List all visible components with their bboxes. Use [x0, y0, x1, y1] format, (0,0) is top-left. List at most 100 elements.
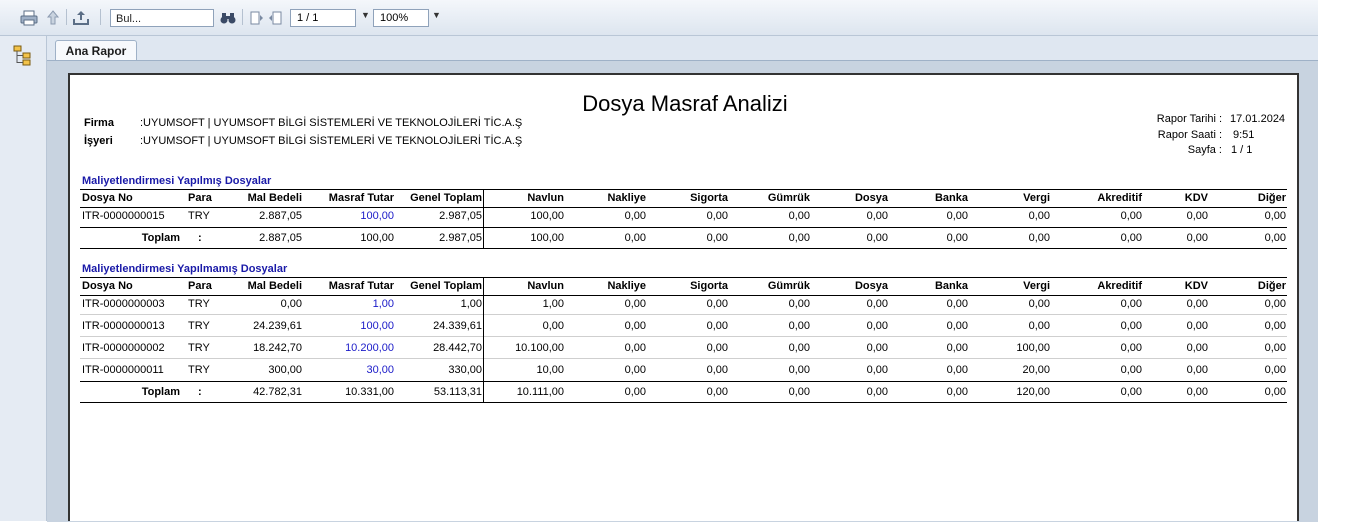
tab-strip: Ana Rapor	[47, 36, 1318, 61]
table-cell: 0,00	[1028, 320, 1050, 332]
binoculars-icon[interactable]	[220, 8, 236, 28]
print-icon[interactable]	[18, 8, 40, 28]
column-divider	[483, 189, 484, 248]
column-header: Diğer	[1257, 280, 1286, 292]
column-header: Akreditif	[1097, 280, 1142, 292]
total-cell: 2.987,05	[439, 232, 482, 244]
table-cell: 0,00	[866, 320, 888, 332]
total-cell: 10.111,00	[516, 386, 564, 398]
column-header: Navlun	[527, 192, 564, 204]
table-cell: ITR-0000000002	[82, 342, 165, 354]
total-label: Toplam	[141, 232, 180, 244]
table-cell: 0,00	[788, 298, 810, 310]
table-cell: 0,00	[1028, 210, 1050, 222]
table-cell: 28.442,70	[433, 342, 482, 354]
firma-value: :UYUMSOFT | UYUMSOFT BİLGİ SİSTEMLERİ VE…	[140, 117, 523, 129]
total-cell: 0,00	[706, 232, 728, 244]
table-rule	[80, 277, 1287, 278]
total-cell: 120,00	[1016, 386, 1050, 398]
total-cell: 0,00	[788, 232, 810, 244]
column-header: Dosya No	[82, 192, 133, 204]
isyeri-label: İşyeri	[84, 135, 113, 147]
table-cell: ITR-0000000011	[82, 364, 164, 376]
table-cell: 0,00	[866, 210, 888, 222]
column-header: KDV	[1184, 192, 1208, 204]
column-header: Masraf Tutar	[328, 280, 394, 292]
table-cell: 0,00	[946, 320, 968, 332]
table-cell: 100,00	[360, 320, 394, 332]
table-rule	[80, 207, 1287, 208]
table-cell: 0,00	[706, 364, 728, 376]
rapor-saati-label: Rapor Saati :	[1157, 129, 1222, 141]
total-label: Toplam	[141, 386, 180, 398]
total-cell: 100,00	[360, 232, 394, 244]
table-cell: 0,00	[1186, 342, 1208, 354]
left-panel	[0, 36, 47, 521]
table-cell: 30,00	[366, 364, 394, 376]
tab-ana-rapor[interactable]: Ana Rapor	[55, 40, 137, 61]
search-input[interactable]: Bul...	[110, 9, 214, 27]
table-cell: 10.100,00	[515, 342, 564, 354]
column-header: Genel Toplam	[410, 280, 482, 292]
table-cell: 0,00	[788, 320, 810, 332]
column-header: Sigorta	[690, 192, 728, 204]
table-cell: 0,00	[1186, 210, 1208, 222]
rapor-tarihi-value: 17.01.2024	[1230, 113, 1286, 125]
total-cell: 0,00	[866, 386, 888, 398]
column-header: Nakliye	[607, 192, 646, 204]
next-page-icon[interactable]	[268, 8, 284, 28]
isyeri-value: :UYUMSOFT | UYUMSOFT BİLGİ SİSTEMLERİ VE…	[140, 135, 523, 147]
column-header: Mal Bedeli	[247, 192, 302, 204]
total-cell: 10.331,00	[345, 386, 394, 398]
table-cell: 0,00	[1264, 320, 1286, 332]
total-cell: 0,00	[1264, 386, 1286, 398]
table-cell: 0,00	[1264, 210, 1286, 222]
table-cell: 0,00	[1264, 298, 1286, 310]
column-header: Masraf Tutar	[328, 192, 394, 204]
table-cell: 0,00	[1186, 320, 1208, 332]
table-cell: 0,00	[1120, 364, 1142, 376]
total-cell: 2.887,05	[259, 232, 302, 244]
table-cell: 18.242,70	[253, 342, 302, 354]
table-cell: 0,00	[1186, 364, 1208, 376]
toolbar: Bul... 1 / 1 ▼ 100% ▼	[0, 0, 1318, 36]
table-cell: TRY	[188, 342, 210, 354]
previous-page-icon[interactable]	[248, 8, 264, 28]
column-header: KDV	[1184, 280, 1208, 292]
zoom-dropdown-icon[interactable]: ▼	[432, 10, 441, 20]
column-header: Genel Toplam	[410, 192, 482, 204]
column-header: Para	[188, 192, 212, 204]
table-cell: 0,00	[946, 342, 968, 354]
column-header: Akreditif	[1097, 192, 1142, 204]
page-indicator[interactable]: 1 / 1	[290, 9, 356, 27]
table-cell: TRY	[188, 210, 210, 222]
table-rule	[80, 189, 1287, 190]
table-cell: 0,00	[866, 298, 888, 310]
table-cell: TRY	[188, 298, 210, 310]
upload-icon[interactable]	[44, 8, 62, 28]
section-costed-title: Maliyetlendirmesi Yapılmış Dosyalar	[82, 175, 272, 187]
table-cell: TRY	[188, 320, 210, 332]
table-cell: 330,00	[448, 364, 482, 376]
table-cell: 0,00	[788, 364, 810, 376]
table-cell: 100,00	[1016, 342, 1050, 354]
total-colon: :	[198, 232, 202, 244]
column-header: Vergi	[1023, 192, 1050, 204]
table-cell: 1,00	[460, 298, 482, 310]
table-cell: 0,00	[946, 210, 968, 222]
table-cell: 0,00	[706, 320, 728, 332]
export-icon[interactable]	[70, 8, 92, 28]
table-cell: 1,00	[542, 298, 564, 310]
page-dropdown-icon[interactable]: ▼	[361, 10, 370, 20]
zoom-select[interactable]: 100%	[373, 9, 429, 27]
table-cell: 0,00	[1120, 342, 1142, 354]
total-colon: :	[198, 386, 202, 398]
table-cell: 0,00	[788, 342, 810, 354]
document-map-icon[interactable]	[12, 44, 34, 66]
rapor-saati-value: 9:51	[1233, 129, 1255, 141]
table-cell: 0,00	[624, 320, 646, 332]
total-cell: 0,00	[1186, 232, 1208, 244]
table-cell: 0,00	[866, 364, 888, 376]
table-cell: 0,00	[706, 298, 728, 310]
table-cell: 0,00	[866, 342, 888, 354]
